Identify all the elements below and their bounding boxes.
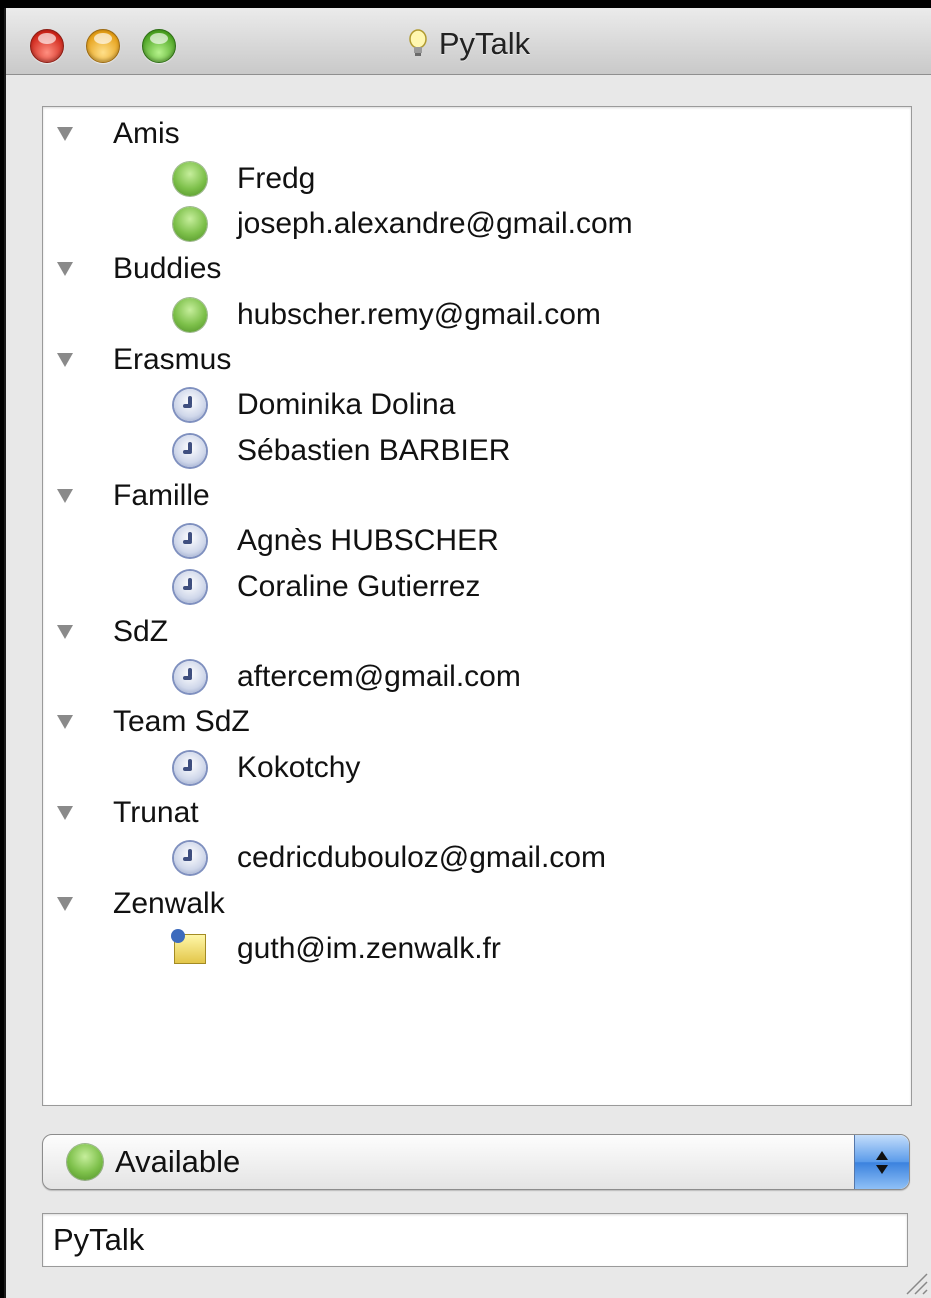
contact-row[interactable]: joseph.alexandre@gmail.com	[43, 202, 633, 247]
away-clock-icon-shape	[174, 842, 206, 875]
contact-row[interactable]: Agnès HUBSCHER	[43, 519, 499, 564]
contact-name: Coraline Gutierrez	[237, 569, 481, 603]
contact-name: joseph.alexandre@gmail.com	[237, 207, 633, 241]
away-clock-icon-shape	[174, 434, 206, 467]
main-window: PyTalk Amis Fredg joseph.alexandre@gmail.c…	[4, 8, 931, 1298]
group-row[interactable]: Amis	[43, 111, 180, 156]
contact-name: cedricdubouloz@gmail.com	[237, 841, 606, 875]
green-status-dot-icon	[67, 1144, 103, 1180]
contact-row[interactable]: Sébastien BARBIER	[43, 428, 510, 473]
contact-name: hubscher.remy@gmail.com	[237, 297, 601, 331]
pending-contact-icon	[171, 928, 209, 968]
away-clock-icon	[171, 432, 209, 470]
contact-name: Agnès HUBSCHER	[237, 524, 499, 558]
group-name: Buddies	[113, 252, 222, 286]
group-row[interactable]: Team SdZ	[43, 700, 250, 745]
contact-name: aftercem@gmail.com	[237, 660, 521, 694]
disclosure-triangle-icon[interactable]	[57, 262, 73, 277]
disclosure-triangle-icon[interactable]	[57, 126, 73, 141]
contact-row[interactable]: guth@im.zenwalk.fr	[43, 926, 501, 971]
title-bar[interactable]: PyTalk	[6, 8, 931, 75]
group-row[interactable]: Trunat	[43, 791, 199, 836]
away-clock-icon-shape	[174, 570, 206, 603]
disclosure-triangle-icon[interactable]	[57, 353, 73, 367]
group-name: Famille	[113, 478, 210, 512]
group-name: Amis	[113, 116, 180, 150]
group-row[interactable]: Famille	[43, 473, 210, 518]
group-row[interactable]: Zenwalk	[43, 881, 225, 926]
group-name: Team SdZ	[113, 705, 250, 739]
disclosure-triangle-icon[interactable]	[57, 624, 73, 639]
select-stepper[interactable]	[854, 1135, 909, 1189]
away-clock-icon	[171, 749, 209, 787]
group-name: Erasmus	[113, 343, 232, 376]
disclosure-triangle-icon[interactable]	[57, 715, 73, 730]
away-clock-icon	[171, 522, 209, 560]
resize-grip-icon[interactable]	[901, 1268, 929, 1296]
title-group: PyTalk	[6, 26, 931, 62]
disclosure-triangle-icon[interactable]	[57, 806, 73, 820]
group-name: Zenwalk	[113, 886, 225, 920]
contact-name: Sébastien BARBIER	[237, 433, 511, 467]
available-status-icon-shape	[173, 297, 207, 332]
available-status-icon	[171, 160, 209, 198]
contact-row[interactable]: Kokotchy	[43, 745, 360, 790]
available-status-icon-shape	[173, 207, 207, 242]
away-clock-icon	[171, 658, 209, 696]
available-status-icon-shape	[173, 161, 207, 196]
status-select-value: Available	[115, 1144, 241, 1179]
group-row[interactable]: SdZ	[43, 609, 168, 654]
pending-contact-icon-shape	[171, 928, 206, 964]
group-row[interactable]: Buddies	[43, 247, 221, 292]
status-select[interactable]: Available	[42, 1134, 910, 1190]
away-clock-icon	[171, 839, 209, 877]
chevron-up-icon	[876, 1150, 888, 1160]
away-clock-icon-shape	[174, 751, 206, 784]
away-clock-icon-shape	[174, 661, 206, 694]
contact-row[interactable]: cedricdubouloz@gmail.com	[43, 836, 606, 881]
group-name: Trunat	[113, 796, 199, 829]
disclosure-triangle-icon[interactable]	[57, 896, 73, 911]
available-status-icon	[171, 296, 209, 334]
group-row[interactable]: Erasmus	[43, 338, 231, 383]
contact-name: guth@im.zenwalk.fr	[237, 931, 501, 965]
chevron-down-icon	[876, 1164, 888, 1174]
contact-row[interactable]: Coraline Gutierrez	[43, 564, 480, 609]
contact-row[interactable]: Fredg	[43, 156, 315, 201]
available-status-icon	[171, 205, 209, 243]
contact-name: Kokotchy	[237, 750, 361, 784]
contact-row[interactable]: hubscher.remy@gmail.com	[43, 292, 601, 337]
contact-name: Dominika Dolina	[237, 388, 456, 422]
disclosure-triangle-icon[interactable]	[57, 488, 73, 503]
contact-row[interactable]: aftercem@gmail.com	[43, 655, 521, 700]
contact-row[interactable]: Dominika Dolina	[43, 383, 455, 428]
lightbulb-icon	[409, 29, 427, 56]
away-clock-icon	[171, 386, 209, 424]
away-clock-icon	[171, 568, 209, 606]
contact-list[interactable]: Amis Fredg joseph.alexandre@gmail.com Buddi…	[42, 106, 912, 1106]
away-clock-icon-shape	[174, 525, 206, 558]
contact-name: Fredg	[237, 161, 316, 195]
group-name: SdZ	[113, 614, 169, 648]
window-title: PyTalk	[438, 26, 531, 61]
away-clock-icon-shape	[174, 389, 206, 422]
status-message-input[interactable]	[42, 1213, 908, 1267]
